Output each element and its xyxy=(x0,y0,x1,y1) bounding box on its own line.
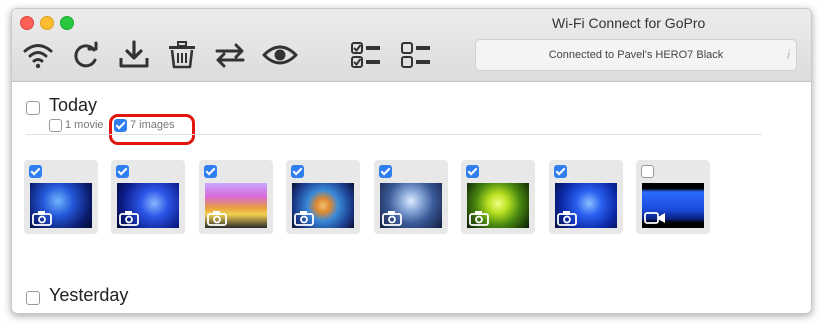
thumbnail-checkbox[interactable] xyxy=(466,165,479,178)
section-divider xyxy=(26,134,762,135)
zoom-window-button[interactable] xyxy=(60,16,74,30)
preview-button[interactable] xyxy=(262,37,298,73)
media-thumbnail[interactable] xyxy=(24,160,98,234)
connection-status-text: Connected to Pavel's HERO7 Black xyxy=(548,49,724,61)
window-title: Wi-Fi Connect for GoPro xyxy=(552,15,706,31)
media-thumbnail[interactable] xyxy=(461,160,535,234)
camera-icon xyxy=(294,211,314,226)
info-icon[interactable]: i xyxy=(787,47,790,62)
video-camera-icon xyxy=(644,212,665,224)
camera-icon xyxy=(557,211,577,226)
today-select-checkbox[interactable] xyxy=(26,101,40,115)
deselect-all-button[interactable] xyxy=(398,37,434,73)
sync-button[interactable] xyxy=(212,37,248,73)
thumbnail-checkbox[interactable] xyxy=(204,165,217,178)
delete-button[interactable] xyxy=(164,37,200,73)
thumbnail-checkbox[interactable] xyxy=(554,165,567,178)
app-window: Wi-Fi Connect for GoPro Connected to Pav… xyxy=(11,8,812,314)
media-thumbnail[interactable] xyxy=(636,160,710,234)
section-title-yesterday: Yesterday xyxy=(49,285,129,305)
sync-icon xyxy=(215,43,245,68)
eye-icon xyxy=(262,45,298,65)
thumbnail-checkbox[interactable] xyxy=(29,165,42,178)
media-thumbnail[interactable] xyxy=(549,160,623,234)
media-thumbnail[interactable] xyxy=(199,160,273,234)
thumbnail-checkbox[interactable] xyxy=(116,165,129,178)
connection-status: Connected to Pavel's HERO7 Black i xyxy=(475,39,797,71)
thumbnail-checkbox[interactable] xyxy=(379,165,392,178)
select-all-button[interactable] xyxy=(348,37,384,73)
camera-icon xyxy=(382,211,402,226)
select-all-icon xyxy=(351,42,380,68)
media-thumbnail[interactable] xyxy=(111,160,185,234)
camera-icon xyxy=(207,211,227,226)
media-thumbnail[interactable] xyxy=(286,160,360,234)
section-title-today: Today xyxy=(49,95,98,115)
refresh-button[interactable] xyxy=(68,37,104,73)
download-icon xyxy=(119,40,149,68)
camera-icon xyxy=(119,211,139,226)
trash-icon xyxy=(169,41,195,69)
media-thumbnail[interactable] xyxy=(374,160,448,234)
highlight-annotation xyxy=(109,114,195,145)
camera-icon xyxy=(469,211,489,226)
movies-filter-checkbox[interactable] xyxy=(49,119,62,132)
minimize-window-button[interactable] xyxy=(40,16,54,30)
yesterday-select-checkbox[interactable] xyxy=(26,291,40,305)
refresh-icon xyxy=(74,41,98,68)
wifi-icon xyxy=(23,44,53,69)
close-window-button[interactable] xyxy=(20,16,34,30)
deselect-all-icon xyxy=(401,42,430,68)
thumbnail-checkbox[interactable] xyxy=(641,165,654,178)
wifi-button[interactable] xyxy=(20,37,56,73)
download-button[interactable] xyxy=(116,37,152,73)
movies-count-label: 1 movie xyxy=(65,119,104,131)
titlebar: Wi-Fi Connect for GoPro Connected to Pav… xyxy=(12,9,811,82)
camera-icon xyxy=(32,211,52,226)
thumbnail-checkbox[interactable] xyxy=(291,165,304,178)
